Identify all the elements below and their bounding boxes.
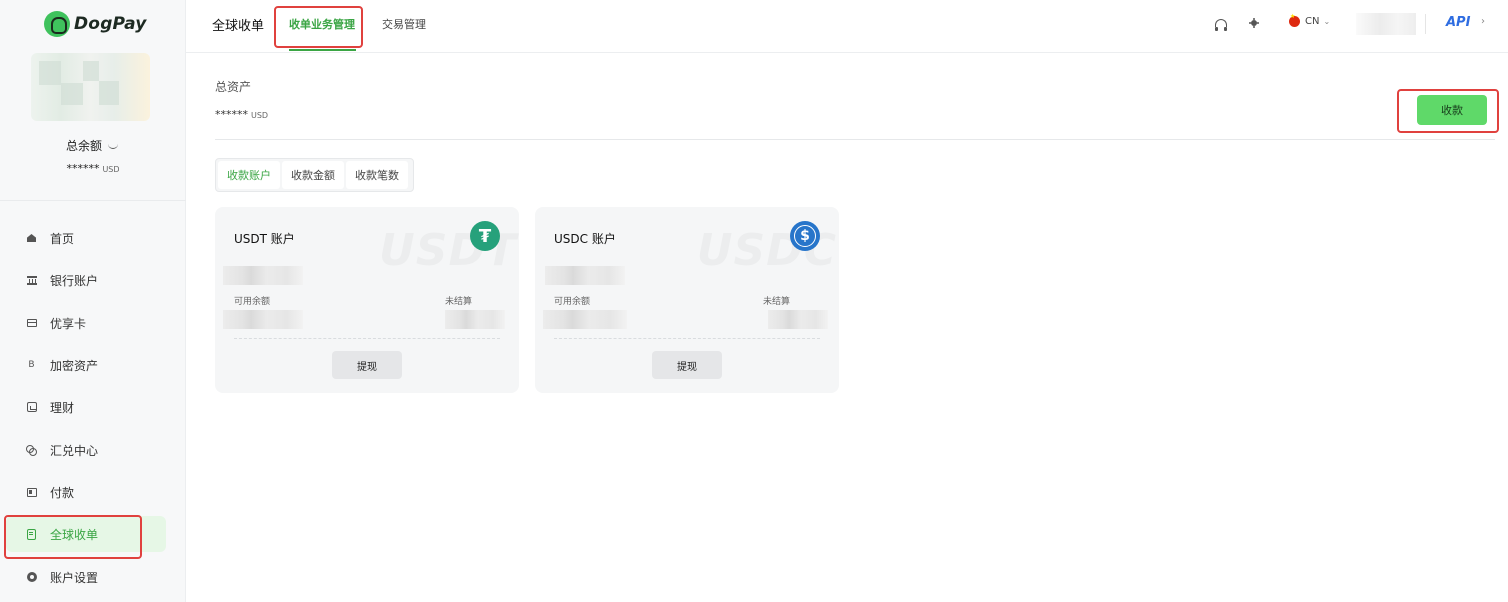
- brand-name: DogPay: [74, 14, 147, 34]
- card-title: USDC 账户: [554, 232, 616, 246]
- assets-masked: ******: [215, 108, 248, 121]
- sidebar-item-payments[interactable]: 付款: [0, 474, 186, 510]
- segmented-control: 收款账户 收款金额 收款笔数: [215, 158, 414, 192]
- card-divider: [234, 338, 500, 339]
- available-balance-label: 可用余额: [234, 297, 271, 307]
- total-balance-value: ****** USD: [0, 162, 186, 175]
- balance-masked-block: [545, 266, 625, 285]
- balance-masked-block: [223, 266, 303, 285]
- eye-closed-icon[interactable]: [108, 143, 120, 149]
- withdraw-button[interactable]: 提现: [332, 351, 402, 379]
- top-bar: 全球收单 收单业务管理 交易管理 CN ⌄ API ›: [186, 0, 1508, 53]
- available-masked-block: [223, 310, 303, 329]
- available-masked-block: [543, 310, 627, 329]
- language-selector[interactable]: CN ⌄: [1289, 13, 1331, 27]
- gear-icon: [26, 572, 37, 583]
- balance-unit: USD: [102, 165, 120, 174]
- chevron-down-icon: ⌄: [1323, 17, 1331, 26]
- total-balance-row: 总余额: [0, 137, 186, 154]
- receive-button[interactable]: 收款: [1417, 95, 1487, 125]
- sidebar-item-bank-accounts[interactable]: 银行账户: [0, 262, 186, 298]
- document-icon: [26, 528, 37, 540]
- sidebar: DogPay 总余额 ****** USD 首页 银行账户 优享卡 B 加密资产…: [0, 0, 186, 602]
- language-label: CN: [1305, 16, 1320, 27]
- tab-transaction-management[interactable]: 交易管理: [382, 16, 426, 32]
- usdc-coin-icon: $: [790, 221, 820, 251]
- user-account-menu[interactable]: [1356, 13, 1416, 35]
- sidebar-item-home[interactable]: 首页: [0, 220, 186, 256]
- card-icon: [26, 318, 37, 329]
- unsettled-label: 未结算: [445, 297, 473, 307]
- tab-acquiring-management[interactable]: 收单业务管理: [289, 16, 355, 32]
- sidebar-item-crypto-assets[interactable]: B 加密资产: [0, 347, 186, 383]
- home-icon: [26, 233, 37, 244]
- total-assets-value: ****** USD: [215, 108, 268, 121]
- avatar[interactable]: [31, 53, 150, 121]
- account-card-usdc: USDC USDC 账户 $ 可用余额 未结算 提现: [535, 207, 839, 393]
- sidebar-divider: [0, 200, 186, 201]
- sidebar-item-label: 账户设置: [50, 570, 99, 585]
- unsettled-label: 未结算: [763, 297, 791, 307]
- exchange-icon: [26, 444, 37, 456]
- bank-icon: [26, 275, 37, 286]
- card-divider: [554, 338, 820, 339]
- api-link[interactable]: API: [1446, 15, 1470, 30]
- sidebar-item-cards[interactable]: 优享卡: [0, 305, 186, 341]
- sidebar-item-label: 首页: [50, 231, 75, 246]
- page-title: 全球收单: [212, 19, 265, 34]
- assets-unit: USD: [251, 111, 269, 120]
- usdt-coin-icon: ₮: [470, 221, 500, 251]
- sidebar-item-label: 银行账户: [50, 273, 99, 288]
- chevron-right-icon[interactable]: ›: [1481, 16, 1485, 27]
- china-flag-icon: [1289, 13, 1300, 27]
- app-root: DogPay 总余额 ****** USD 首页 银行账户 优享卡 B 加密资产…: [0, 0, 1508, 602]
- card-title: USDT 账户: [234, 232, 295, 246]
- segment-receive-accounts[interactable]: 收款账户: [218, 161, 280, 189]
- wallet-icon: [26, 487, 37, 498]
- unsettled-masked-block: [768, 310, 828, 329]
- sidebar-item-label: 付款: [50, 485, 75, 500]
- sidebar-item-label: 理财: [50, 400, 75, 415]
- available-balance-label: 可用余额: [554, 297, 591, 307]
- dogpay-logo-icon: [44, 11, 70, 37]
- total-assets-label: 总资产: [215, 80, 252, 94]
- topbar-divider: [1425, 14, 1426, 34]
- sidebar-item-global-acquiring[interactable]: 全球收单: [6, 516, 166, 552]
- sidebar-item-label: 优享卡: [50, 316, 87, 331]
- bitcoin-icon: B: [28, 360, 35, 370]
- sidebar-item-exchange[interactable]: 汇兑中心: [0, 432, 186, 468]
- balance-masked: ******: [66, 162, 100, 175]
- unsettled-masked-block: [445, 310, 505, 329]
- total-balance-label: 总余额: [65, 139, 102, 153]
- active-tab-indicator: [289, 49, 356, 51]
- withdraw-button[interactable]: 提现: [652, 351, 722, 379]
- headset-icon[interactable]: [1215, 19, 1227, 31]
- segment-receive-amount[interactable]: 收款金额: [282, 161, 344, 189]
- chart-icon: [26, 402, 37, 413]
- account-card-usdt: USDT USDT 账户 ₮ 可用余额 未结算 提现: [215, 207, 519, 393]
- sidebar-item-label: 汇兑中心: [50, 443, 99, 458]
- sidebar-item-label: 全球收单: [50, 527, 99, 542]
- sidebar-item-account-settings[interactable]: 账户设置: [0, 559, 186, 595]
- logo[interactable]: DogPay: [44, 10, 147, 38]
- segment-receive-count[interactable]: 收款笔数: [346, 161, 408, 189]
- sidebar-item-label: 加密资产: [50, 358, 99, 373]
- content-divider: [215, 139, 1495, 140]
- sun-icon[interactable]: [1251, 20, 1257, 26]
- sidebar-item-wealth[interactable]: 理财: [0, 389, 186, 425]
